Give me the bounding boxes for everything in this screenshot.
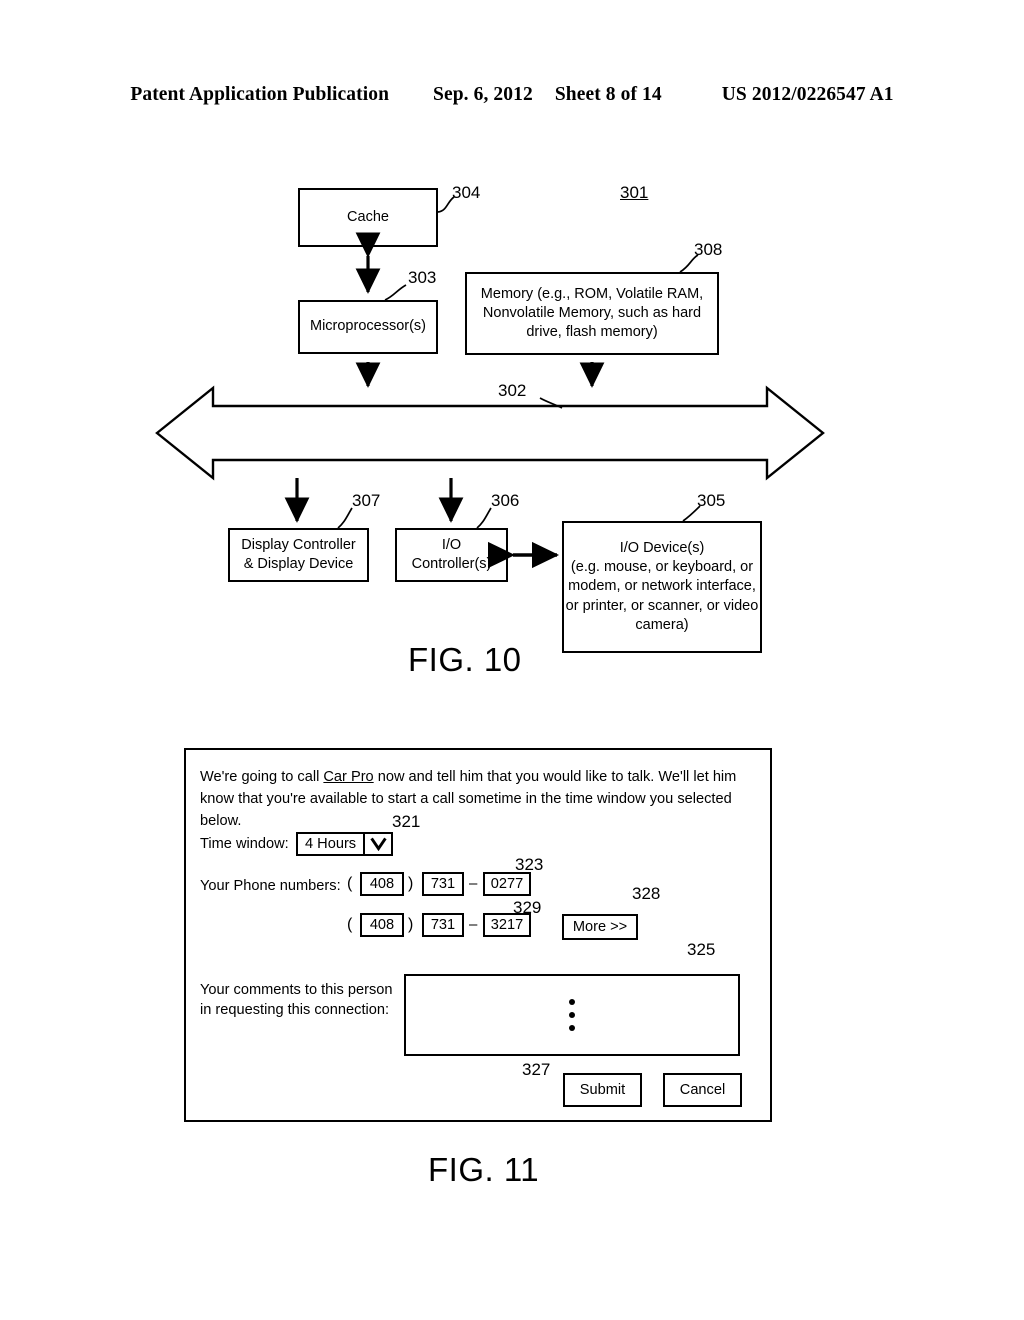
ref-304: 304: [452, 183, 481, 202]
ref-302: 302: [498, 381, 527, 400]
fig11-caption: FIG. 11: [428, 1151, 540, 1188]
phone-row-1-prefix[interactable]: 731: [422, 872, 464, 896]
microprocessor-box: Microprocessor(s): [298, 300, 438, 354]
phone-row-2-separator: –: [469, 916, 478, 933]
phone-numbers-label: Your Phone numbers:: [200, 878, 341, 894]
patent-number: US 2012/0226547 A1: [721, 84, 894, 105]
microprocessor-label: Microprocessor(s): [309, 318, 426, 335]
dialog-intro-text: We're going to call Car Pro now and tell…: [200, 767, 760, 833]
io-device-label-line-1: I/O Device(s): [619, 540, 705, 557]
phone-row-1-separator: –: [469, 875, 478, 892]
interconnect-label: Inter-connect: [469, 426, 555, 442]
memory-label-line-1: Memory (e.g., ROM, Volatile RAM,: [480, 285, 704, 302]
phone-row-2-close-paren: ): [408, 916, 414, 933]
ref-328: 328: [632, 884, 661, 903]
ref-307: 307: [352, 491, 381, 510]
io-device-label-line-2: (e.g. mouse, or keyboard, or: [570, 559, 754, 576]
phone-row-2-prefix[interactable]: 731: [422, 913, 464, 937]
memory-box: Memory (e.g., ROM, Volatile RAM, Nonvola…: [465, 272, 719, 355]
io-controller-box: I/O Controller(s): [395, 528, 508, 582]
phone-row-1-open-paren: (: [347, 875, 353, 892]
io-controller-label-line-2: Controller(s): [411, 556, 492, 572]
phone-row-2-open-paren: (: [347, 916, 353, 933]
phone-row-1-close-paren: ): [408, 875, 414, 892]
cache-label: Cache: [347, 208, 389, 225]
ref-321: 321: [392, 812, 421, 831]
ref-303: 303: [408, 268, 437, 287]
intro-text-line-2: that you're available to start a call so…: [200, 790, 732, 829]
cancel-button[interactable]: Cancel: [663, 1073, 742, 1107]
phone-row-1-line[interactable]: 0277: [483, 872, 531, 896]
intro-text-part-1: We're going to call: [200, 769, 324, 785]
display-controller-label-line-1: Display Controller: [241, 536, 356, 553]
ref-325: 325: [687, 940, 716, 959]
ref-327: 327: [522, 1060, 551, 1079]
cache-box: Cache: [298, 188, 438, 247]
phone-row-1-area-code[interactable]: 408: [360, 872, 404, 896]
time-window-value: 4 Hours: [298, 834, 366, 854]
io-controller-label-line-1: I/O: [441, 536, 462, 553]
submit-button[interactable]: Submit: [563, 1073, 642, 1107]
ref-308: 308: [694, 240, 723, 259]
memory-label-line-2: Nonvolatile Memory, such as hard: [482, 304, 702, 321]
call-request-dialog: We're going to call Car Pro now and tell…: [184, 748, 772, 1122]
publication-label: Patent Application Publication: [130, 84, 390, 105]
io-device-box: I/O Device(s) (e.g. mouse, or keyboard, …: [562, 521, 762, 653]
time-window-label: Time window:: [200, 836, 289, 852]
ref-329: 329: [513, 898, 542, 917]
memory-label-line-3: drive, flash memory): [526, 324, 658, 341]
time-window-select[interactable]: 4 Hours: [296, 832, 394, 856]
comments-textarea[interactable]: [404, 974, 740, 1056]
more-button[interactable]: More >>: [562, 914, 638, 940]
patent-page-header: Patent Application Publication Sep. 6, 2…: [0, 84, 1024, 106]
ref-305: 305: [697, 491, 726, 510]
display-controller-label-line-2: & Display Device: [243, 556, 354, 572]
publication-date: Sep. 6, 2012: [433, 84, 533, 105]
phone-row-2-area-code[interactable]: 408: [360, 913, 404, 937]
chevron-down-icon: [365, 834, 391, 854]
io-device-label-line-5: camera): [635, 616, 689, 633]
ref-323: 323: [515, 855, 544, 874]
sheet-number: Sheet 8 of 14: [554, 84, 662, 105]
comments-label-line-2: in requesting this connection:: [200, 1002, 390, 1018]
fig10-caption: FIG. 10: [408, 641, 522, 678]
contact-name-link[interactable]: Car Pro: [323, 769, 373, 785]
io-device-label-line-4: or printer, or scanner, or video: [565, 597, 759, 614]
io-device-label-line-3: modem, or network interface,: [568, 578, 756, 595]
ref-306: 306: [491, 491, 520, 510]
ref-301: 301: [620, 183, 649, 202]
vertical-ellipsis-icon: [569, 999, 575, 1031]
comments-label-line-1: Your comments to this person: [200, 982, 393, 998]
display-controller-box: Display Controller & Display Device: [228, 528, 369, 582]
